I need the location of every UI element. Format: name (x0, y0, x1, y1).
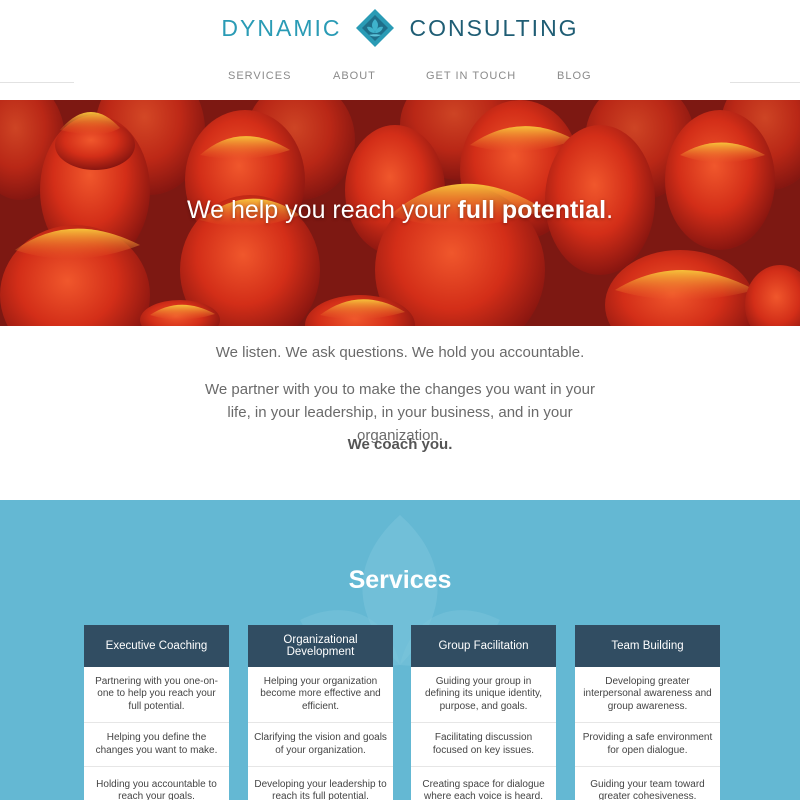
services-section: Services Executive Coaching Partnering w… (0, 500, 800, 800)
service-card-item: Holding you accountable to reach your go… (96, 778, 217, 800)
service-card-item: Clarifying the vision and goals of your … (248, 723, 393, 767)
service-card-title: Executive Coaching (84, 625, 229, 667)
service-card-executive-coaching[interactable]: Executive Coaching Partnering with you o… (84, 625, 229, 800)
service-card-team-building[interactable]: Team Building Developing greater interpe… (575, 625, 720, 800)
hero-headline-prefix: We help you reach your (186, 196, 458, 224)
service-card-item: Creating space for dialogue where each v… (422, 778, 545, 800)
intro-emphasis: We coach you. (347, 436, 453, 453)
service-card-item: Helping you define the changes you want … (84, 723, 229, 767)
service-card-item: Helping your organization become more ef… (248, 667, 393, 723)
hero-headline: We help you reach your full potential. (0, 196, 800, 225)
service-card-item: Developing your leadership to reach its … (254, 778, 387, 800)
main-nav: SERVICES ABOUT GET IN TOUCH BLOG (0, 70, 800, 88)
nav-services[interactable]: SERVICES (228, 70, 291, 82)
logo-word-dynamic: DYNAMIC (221, 14, 342, 41)
service-card-title: Team Building (575, 625, 720, 667)
service-card-group-facilitation[interactable]: Group Facilitation Guiding your group in… (411, 625, 556, 800)
service-card-item: Guiding your team toward greater cohesiv… (590, 778, 705, 800)
logo[interactable]: DYNAMIC CONSULTING (0, 8, 800, 48)
hero-headline-suffix: . (606, 196, 614, 224)
nav-about[interactable]: ABOUT (333, 70, 376, 82)
service-card-item: Developing greater interpersonal awarene… (575, 667, 720, 723)
services-title: Services (348, 566, 452, 594)
service-card-title: Organizational Development (248, 625, 393, 667)
service-card-title: Group Facilitation (411, 625, 556, 667)
diamond-lotus-icon (356, 9, 395, 47)
service-card-item: Guiding your group in defining its uniqu… (411, 667, 556, 723)
intro-section: We listen. We ask questions. We hold you… (0, 326, 800, 500)
hero-banner: We help you reach your full potential. (0, 100, 800, 326)
service-card-item: Partnering with you one-on-one to help y… (84, 667, 229, 723)
service-card-organizational-development[interactable]: Organizational Development Helping your … (248, 625, 393, 800)
site-header: DYNAMIC CONSULTING SERVICES ABOUT GET IN… (0, 0, 800, 100)
nav-blog[interactable]: BLOG (557, 70, 592, 82)
logo-word-consulting: CONSULTING (409, 14, 579, 41)
service-card-item: Facilitating discussion focused on key i… (411, 723, 556, 767)
nav-get-in-touch[interactable]: GET IN TOUCH (426, 70, 516, 82)
service-card-item: Providing a safe environment for open di… (575, 723, 720, 767)
hero-headline-emphasis: full potential (457, 196, 607, 224)
intro-tagline: We listen. We ask questions. We hold you… (215, 344, 585, 361)
